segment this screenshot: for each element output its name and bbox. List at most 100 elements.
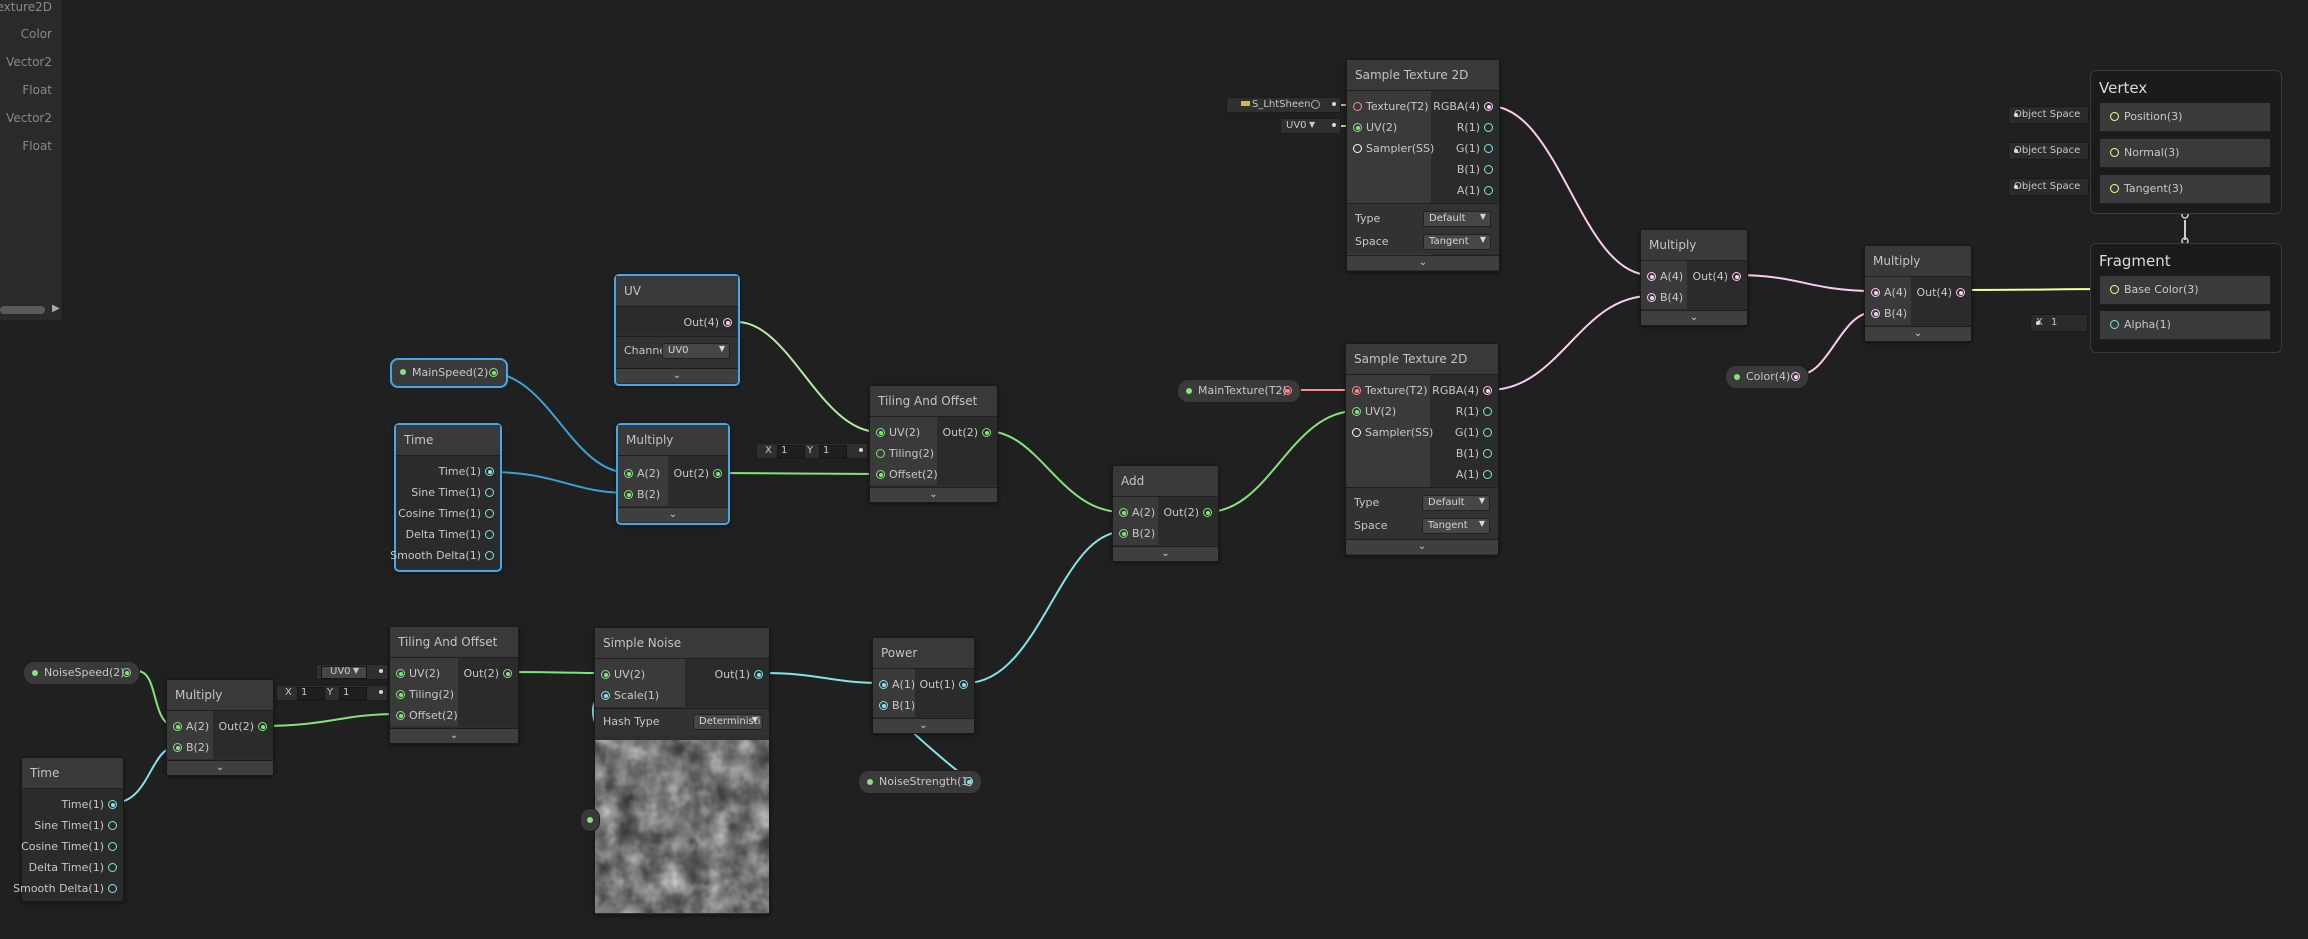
space-dropdown[interactable]: Tangent ▼ <box>1422 518 1490 534</box>
input-port[interactable]: A(1) <box>873 675 915 695</box>
node-add[interactable]: Add A(2) B(2) Out(2) ⌄ <box>1112 465 1219 562</box>
output-port[interactable]: Out(2) <box>213 717 273 737</box>
node-title-bar[interactable]: Time <box>396 425 500 456</box>
output-port[interactable]: Time(1) <box>396 462 500 482</box>
input-port[interactable]: Offset(2) <box>870 465 938 485</box>
output-port[interactable]: Out(4) <box>1687 267 1747 287</box>
collapse-toggle[interactable]: ⌄ <box>618 507 728 522</box>
input-port[interactable]: Offset(2) <box>390 706 458 726</box>
fragment-block-base-color[interactable]: Base Color(3) <box>2099 275 2271 305</box>
input-port[interactable]: UV(2) <box>870 423 937 443</box>
node-multiply-speed[interactable]: Multiply A(2) B(2) Out(2) ⌄ <box>616 423 730 525</box>
input-port[interactable]: A(2) <box>618 464 668 484</box>
input-port[interactable]: B(2) <box>1113 524 1158 544</box>
hash-type-dropdown[interactable]: Deterministi ▼ <box>693 714 763 730</box>
output-port[interactable]: Delta Time(1) <box>396 525 500 545</box>
collapse-toggle[interactable]: ⌄ <box>1641 310 1747 325</box>
input-port[interactable]: A(4) <box>1641 267 1687 287</box>
node-title-bar[interactable]: Sample Texture 2D <box>1346 344 1498 375</box>
collapse-toggle[interactable]: ⌄ <box>1865 326 1971 341</box>
output-port[interactable]: Out(2) <box>937 423 997 443</box>
collapse-toggle[interactable]: ⌄ <box>870 487 997 502</box>
output-port[interactable]: Smooth Delta(1) <box>390 546 500 566</box>
input-port[interactable]: Scale(1) <box>595 686 685 706</box>
property-noise-speed[interactable]: NoiseSpeed(2) <box>23 661 140 685</box>
output-port[interactable]: RGBA(4) <box>1431 97 1499 117</box>
node-sample-texture-top[interactable]: Sample Texture 2D Texture(T2) UV(2) Samp… <box>1346 59 1500 272</box>
node-multiply-a[interactable]: Multiply A(4) B(4) Out(4) ⌄ <box>1640 229 1748 326</box>
uv-channel-field-bottom[interactable]: UV0 ▼ <box>316 664 388 680</box>
output-port[interactable]: Out(2) <box>1158 503 1218 523</box>
node-title-bar[interactable]: Tiling And Offset <box>390 627 518 658</box>
vertex-block-position[interactable]: Position(3) <box>2099 102 2271 132</box>
input-port[interactable]: A(2) <box>1113 503 1158 523</box>
node-sample-texture-mid[interactable]: Sample Texture 2D Texture(T2) UV(2) Samp… <box>1345 343 1499 556</box>
output-port[interactable]: G(1) <box>1431 139 1499 159</box>
blackboard-item[interactable]: Float <box>22 83 52 97</box>
property-main-texture[interactable]: MainTexture(T2) <box>1177 379 1301 403</box>
input-port[interactable]: UV(2) <box>1347 118 1431 138</box>
output-port[interactable]: B(1) <box>1430 444 1498 464</box>
output-port[interactable]: Delta Time(1) <box>22 858 123 878</box>
input-port[interactable]: Sampler(SS) <box>1347 139 1434 159</box>
property-noise-strength[interactable]: NoiseStrength(1) <box>858 770 982 794</box>
collapse-toggle[interactable]: ⌄ <box>1347 255 1499 270</box>
collapse-toggle[interactable]: ⌄ <box>167 760 273 775</box>
input-port[interactable]: Sampler(SS) <box>1346 423 1433 443</box>
type-dropdown[interactable]: Default ▼ <box>1422 495 1490 511</box>
collapse-toggle[interactable]: ⌄ <box>616 368 738 383</box>
output-port[interactable]: Sine Time(1) <box>396 483 500 503</box>
output-port[interactable]: Smooth Delta(1) <box>13 879 123 899</box>
property-color[interactable]: Color(4) <box>1725 365 1809 389</box>
output-port[interactable]: G(1) <box>1430 423 1498 443</box>
node-multiply-b[interactable]: Multiply A(4) B(4) Out(4) ⌄ <box>1864 245 1972 342</box>
output-port[interactable]: Cosine Time(1) <box>21 837 123 857</box>
node-power[interactable]: Power A(1) B(1) Out(1) ⌄ <box>872 637 975 734</box>
node-title-bar[interactable]: Multiply <box>1865 246 1971 277</box>
vertex-block-tangent[interactable]: Tangent(3) <box>2099 174 2271 204</box>
output-port[interactable]: Out(4) <box>616 313 738 333</box>
output-port[interactable]: Out(1) <box>685 665 769 685</box>
input-port[interactable]: B(4) <box>1641 288 1687 308</box>
texture-field[interactable]: S_LhtSheen. <box>1226 97 1341 113</box>
blackboard-scrollbar[interactable] <box>0 306 45 314</box>
input-port[interactable]: B(4) <box>1865 304 1911 324</box>
output-port[interactable]: Out(2) <box>668 464 728 484</box>
input-port[interactable]: B(2) <box>618 485 668 505</box>
output-port[interactable]: Out(2) <box>458 664 518 684</box>
input-port[interactable]: UV(2) <box>1346 402 1430 422</box>
space-chip-tangent[interactable]: Object Space <box>2008 178 2089 196</box>
node-title-bar[interactable]: Sample Texture 2D <box>1347 60 1499 91</box>
input-port[interactable]: UV(2) <box>390 664 458 684</box>
input-port[interactable]: A(4) <box>1865 283 1911 303</box>
vertex-block-normal[interactable]: Normal(3) <box>2099 138 2271 168</box>
node-title-bar[interactable]: UV <box>616 276 738 307</box>
collapse-toggle[interactable]: ⌄ <box>1346 539 1498 554</box>
tiling-vector-field[interactable]: X 1 Y 1 <box>756 443 868 459</box>
collapse-toggle[interactable]: ⌄ <box>1113 546 1218 561</box>
property-main-speed[interactable]: MainSpeed(2) <box>390 358 508 388</box>
output-port[interactable]: RGBA(4) <box>1430 381 1498 401</box>
type-dropdown[interactable]: Default ▼ <box>1423 211 1491 227</box>
scale-input-chip[interactable] <box>580 808 600 832</box>
node-title-bar[interactable]: Tiling And Offset <box>870 386 997 417</box>
node-title-bar[interactable]: Multiply <box>1641 230 1747 261</box>
input-port[interactable]: Tiling(2) <box>870 444 937 464</box>
input-port[interactable]: B(2) <box>167 738 213 758</box>
node-time-top[interactable]: Time Time(1) Sine Time(1) Cosine Time(1)… <box>390 423 502 572</box>
node-title-bar[interactable]: Multiply <box>618 425 728 456</box>
input-port[interactable]: UV(2) <box>595 665 685 685</box>
output-port[interactable]: R(1) <box>1430 402 1498 422</box>
space-chip-normal[interactable]: Object Space <box>2008 142 2089 160</box>
blackboard-item[interactable]: Vector2 <box>6 111 52 125</box>
channel-dropdown[interactable]: UV0 ▼ <box>662 343 730 359</box>
input-port[interactable]: Texture(T2) <box>1347 97 1431 117</box>
input-port[interactable]: A(2) <box>167 717 213 737</box>
node-title-bar[interactable]: Power <box>873 638 974 669</box>
output-port[interactable]: R(1) <box>1431 118 1499 138</box>
space-dropdown[interactable]: Tangent ▼ <box>1423 234 1491 250</box>
alpha-value-field[interactable]: X 1 <box>2030 314 2088 332</box>
master-fragment-stack[interactable]: Fragment Base Color(3) Alpha(1) <box>2090 243 2282 353</box>
node-title-bar[interactable]: Multiply <box>167 680 273 711</box>
output-port[interactable]: Sine Time(1) <box>22 816 123 836</box>
